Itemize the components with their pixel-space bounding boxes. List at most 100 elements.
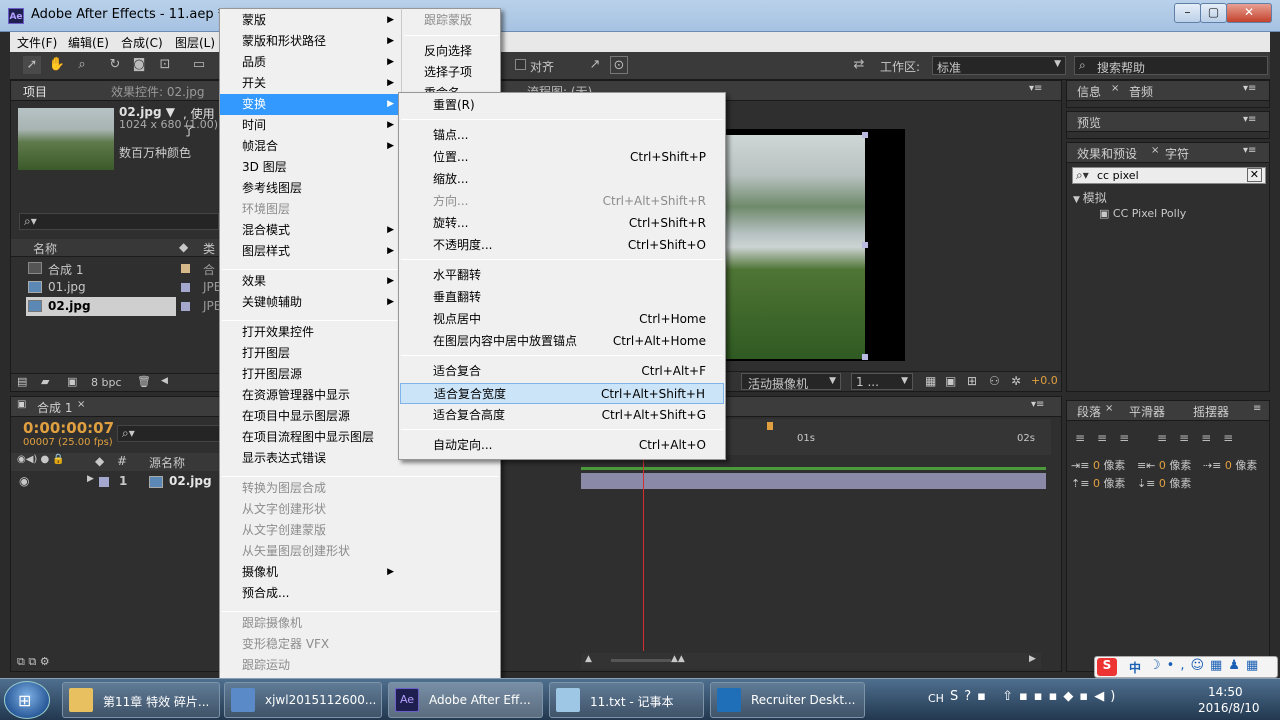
layer-image[interactable] xyxy=(725,135,865,359)
zoom-out-icon[interactable]: ▲ xyxy=(585,654,592,664)
close-button[interactable]: ✕ xyxy=(1226,3,1272,23)
transform-menu-item-11[interactable]: 垂直翻转 xyxy=(400,287,724,308)
flowchart-icon[interactable]: ⚇ xyxy=(989,374,1000,388)
taskbar-item[interactable]: Recruiter Deskt... xyxy=(710,682,865,718)
transform-handle[interactable] xyxy=(862,354,868,360)
zoom-tool-icon[interactable]: ⌕ xyxy=(73,56,91,74)
menu-edit[interactable]: 编辑(E) xyxy=(68,34,109,51)
fast-preview-icon[interactable]: ▣ xyxy=(945,374,956,388)
timeline-footer-icons[interactable]: ⧉ ⧉ ⚙ xyxy=(17,655,50,669)
effects-search-input[interactable]: ⌕▾ cc pixel ✕ xyxy=(1072,167,1266,184)
menu-layer[interactable]: 图层(L) xyxy=(175,34,215,51)
table-row[interactable]: ◉ ▶ 1 02.jpg xyxy=(11,473,221,491)
transform-menu-item-13[interactable]: 在图层内容中居中放置锚点 Ctrl+Alt+Home xyxy=(400,331,724,352)
bit-depth-button[interactable]: 8 bpc xyxy=(91,376,122,389)
panel-menu-icon[interactable]: ▾≡ xyxy=(1031,399,1044,410)
snap-checkbox[interactable] xyxy=(515,59,526,70)
work-area-bar[interactable] xyxy=(581,467,1046,470)
list-item[interactable]: 合成 1 合 xyxy=(11,259,219,278)
transform-menu-item-16[interactable]: 适合复合宽度 Ctrl+Alt+Shift+H xyxy=(400,383,724,404)
workspace-select[interactable]: 标准 ▼ xyxy=(932,56,1066,75)
camera-select[interactable]: 活动摄像机 ▼ xyxy=(741,373,841,391)
effect-category[interactable]: ▼ 模拟 xyxy=(1073,189,1107,206)
tab-audio[interactable]: 音频 xyxy=(1129,83,1153,100)
transform-menu-item-5[interactable]: 缩放... xyxy=(400,169,724,190)
layer-menu-item-15[interactable]: 关键帧辅助 ▶ xyxy=(220,292,400,313)
transform-handle[interactable] xyxy=(862,132,868,138)
list-item-selected[interactable]: 02.jpg JPE xyxy=(11,297,221,316)
tray-icons[interactable]: S?▪ ⇧▪▪▪◆▪◀) xyxy=(950,689,1121,704)
space-after-value[interactable]: 0 xyxy=(1159,477,1166,490)
menu-file[interactable]: 文件(F) xyxy=(17,34,57,51)
taskbar-item-active[interactable]: Ae Adobe After Eff... xyxy=(388,682,543,718)
transform-menu-item-4[interactable]: 位置... Ctrl+Shift+P xyxy=(400,147,724,168)
layer-menu-item-12[interactable]: 图层样式 ▶ xyxy=(220,241,400,262)
panel-menu-icon[interactable]: ▾≡ xyxy=(1243,83,1256,94)
zoom-in-icon[interactable]: ▲▲ xyxy=(671,654,685,664)
interpret-footage-icon[interactable]: ▤ xyxy=(17,375,27,388)
tab-effect-controls[interactable]: 效果控件: 02.jpg xyxy=(111,83,205,100)
layer-menu-item-8[interactable]: 3D 图层 xyxy=(220,157,400,178)
pan-behind-tool-icon[interactable]: ⊡ xyxy=(156,56,174,74)
current-time-indicator[interactable] xyxy=(643,455,644,651)
transform-menu-item-19[interactable]: 自动定向... Ctrl+Alt+O xyxy=(400,435,724,456)
layer-menu-item-3[interactable]: 品质 ▶ xyxy=(220,52,400,73)
layer-menu-item-4[interactable]: 开关 ▶ xyxy=(220,73,400,94)
layer-menu-item-2[interactable]: 蒙版和形状路径 ▶ xyxy=(220,31,400,52)
layer-menu-item-7[interactable]: 帧混合 ▶ xyxy=(220,136,400,157)
tab-smoother[interactable]: 平滑器 xyxy=(1129,403,1165,420)
close-icon[interactable]: × xyxy=(1151,145,1159,156)
space-before-value[interactable]: 0 xyxy=(1093,477,1100,490)
transform-menu-item-10[interactable]: 水平翻转 xyxy=(400,265,724,286)
layer-menu-item-14[interactable]: 效果 ▶ xyxy=(220,271,400,292)
column-source-name[interactable]: 源名称 xyxy=(149,454,185,471)
sogou-icon[interactable]: S xyxy=(1097,658,1117,676)
current-timecode[interactable]: 0:00:00:07 xyxy=(23,419,114,437)
transform-menu-item-17[interactable]: 适合复合高度 Ctrl+Alt+Shift+G xyxy=(400,405,724,426)
toggle-grid-icon[interactable]: ▦ xyxy=(925,374,936,388)
mask-menu-item-4[interactable]: 选择子项 xyxy=(402,62,500,83)
transform-menu-item-1[interactable]: 重置(R) xyxy=(400,95,724,116)
transform-menu-item-3[interactable]: 锚点... xyxy=(400,125,724,146)
tab-info[interactable]: 信息 xyxy=(1077,83,1101,100)
menu-composition[interactable]: 合成(C) xyxy=(121,34,163,51)
region-icon[interactable]: ⊞ xyxy=(967,374,977,388)
layer-menu-item-21[interactable]: 在项目中显示图层源 xyxy=(220,406,400,427)
zoom-slider[interactable] xyxy=(611,659,671,662)
layer-menu-item-22[interactable]: 在项目流程图中显示图层 xyxy=(220,427,400,448)
list-item[interactable]: 01.jpg JPE xyxy=(11,278,221,297)
scroll-right-icon[interactable]: ▶ xyxy=(1029,654,1036,664)
layer-menu-item-11[interactable]: 混合模式 ▶ xyxy=(220,220,400,241)
rotate-tool-icon[interactable]: ↻ xyxy=(106,56,124,74)
new-folder-icon[interactable]: ▰ xyxy=(41,375,49,388)
exposure-icon[interactable]: ✲ xyxy=(1011,374,1021,388)
close-icon[interactable]: × xyxy=(1105,403,1113,414)
camera-tool-icon[interactable]: ◙ xyxy=(130,56,148,74)
exposure-value[interactable]: +0.0 xyxy=(1031,374,1058,387)
tab-wiggler[interactable]: 摇摆器 xyxy=(1193,403,1229,420)
work-area-end-marker[interactable] xyxy=(767,422,773,430)
ime-mode[interactable]: 中 xyxy=(1129,659,1141,676)
column-name[interactable]: 名称 xyxy=(33,240,57,257)
taskbar-item[interactable]: 11.txt - 记事本 xyxy=(549,682,704,718)
workspace-sync-icon[interactable]: ⇄ xyxy=(848,56,870,74)
transform-menu-item-15[interactable]: 适合复合 Ctrl+Alt+F xyxy=(400,361,724,382)
transform-menu-item-7[interactable]: 旋转... Ctrl+Shift+R xyxy=(400,213,724,234)
tab-effects-presets[interactable]: 效果和预设 xyxy=(1077,145,1137,162)
transform-menu-item-12[interactable]: 视点居中 Ctrl+Home xyxy=(400,309,724,330)
chevron-right-icon[interactable]: ▶ xyxy=(87,474,94,484)
new-composition-icon[interactable]: ▣ xyxy=(67,375,77,388)
hand-tool-icon[interactable]: ✋ xyxy=(48,56,66,74)
layer-menu-item-18[interactable]: 打开图层 xyxy=(220,343,400,364)
transform-handle[interactable] xyxy=(862,242,868,248)
layer-menu-item-23[interactable]: 显示表达式错误 xyxy=(220,448,400,469)
indent-left-value[interactable]: 0 xyxy=(1093,459,1100,472)
tab-paragraph[interactable]: 段落 xyxy=(1077,403,1101,420)
layer-menu-item-29[interactable]: 摄像机 ▶ xyxy=(220,562,400,583)
language-indicator[interactable]: CH xyxy=(928,692,944,705)
panel-menu-icon[interactable]: ≡ xyxy=(1253,403,1261,414)
mask-menu-item-3[interactable]: 反向选择 xyxy=(402,41,500,62)
indent-right-value[interactable]: 0 xyxy=(1159,459,1166,472)
tab-project[interactable]: 项目 xyxy=(23,83,47,100)
label-color[interactable] xyxy=(99,477,109,487)
